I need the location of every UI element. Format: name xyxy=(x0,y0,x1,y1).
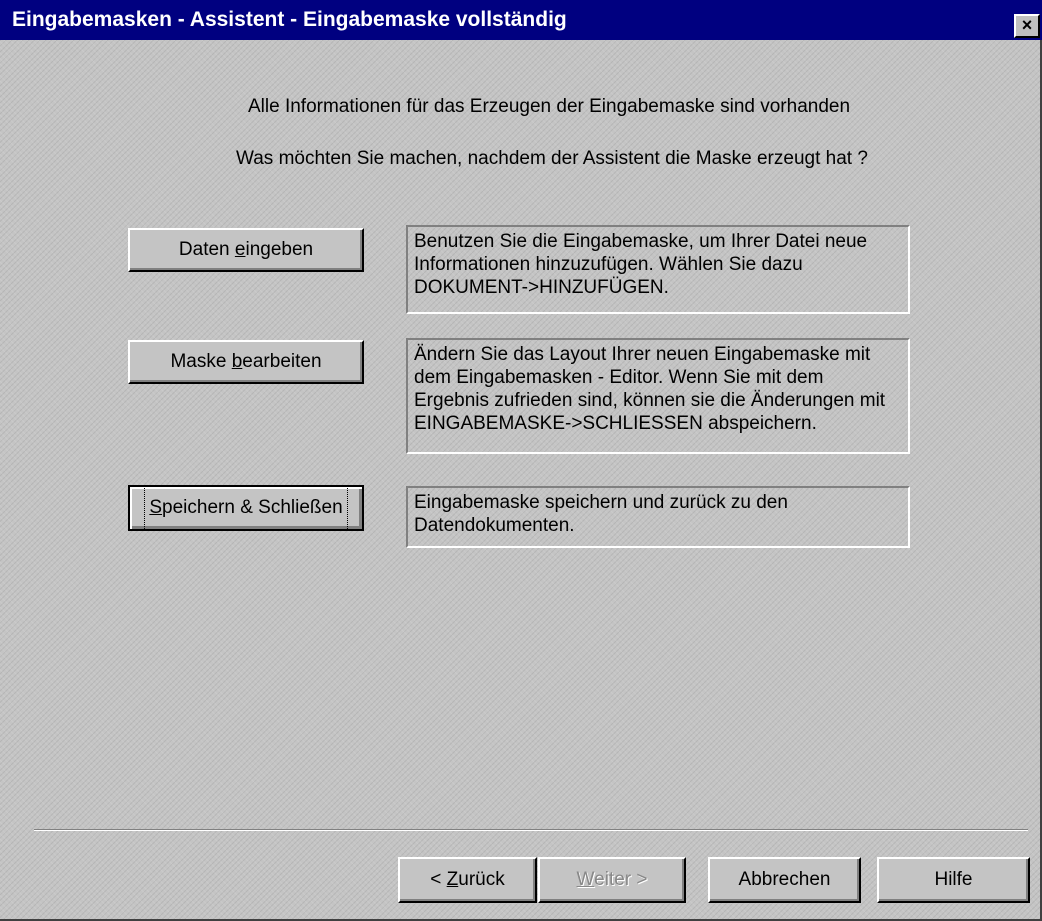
info-question-text: Was möchten Sie machen, nachdem der Assi… xyxy=(236,148,868,169)
footer-divider xyxy=(34,829,1028,831)
title-bar: Eingabemasken - Assistent - Eingabemaske… xyxy=(0,0,1042,40)
edit-mask-description: Ändern Sie das Layout Ihrer neuen Eingab… xyxy=(406,338,910,454)
back-button-label: < Zurück xyxy=(430,869,505,890)
save-and-close-button[interactable]: Speichern & Schließen xyxy=(128,485,364,531)
cancel-button-label: Abbrechen xyxy=(738,869,831,890)
edit-mask-button-label: Maske bearbeiten xyxy=(170,351,322,372)
close-icon: × xyxy=(1021,15,1033,35)
help-button[interactable]: Hilfe xyxy=(877,857,1030,903)
close-button[interactable]: × xyxy=(1014,14,1040,38)
enter-data-button[interactable]: Daten eingeben xyxy=(128,228,364,272)
edit-mask-button[interactable]: Maske bearbeiten xyxy=(128,340,364,384)
help-button-label: Hilfe xyxy=(934,869,973,890)
save-and-close-description: Eingabemaske speichern und zurück zu den… xyxy=(406,486,910,548)
window-title: Eingabemasken - Assistent - Eingabemaske… xyxy=(12,8,567,31)
save-and-close-button-label: Speichern & Schließen xyxy=(144,485,348,531)
enter-data-button-label: Daten eingeben xyxy=(178,239,314,260)
wizard-dialog: Eingabemasken - Assistent - Eingabemaske… xyxy=(0,0,1042,921)
next-button-label: Weiter > xyxy=(576,869,648,890)
back-button[interactable]: < Zurück xyxy=(398,857,537,903)
cancel-button[interactable]: Abbrechen xyxy=(708,857,861,903)
next-button[interactable]: Weiter > xyxy=(538,857,686,903)
info-complete-text: Alle Informationen für das Erzeugen der … xyxy=(248,96,851,117)
enter-data-description: Benutzen Sie die Eingabemaske, um Ihrer … xyxy=(406,225,910,314)
